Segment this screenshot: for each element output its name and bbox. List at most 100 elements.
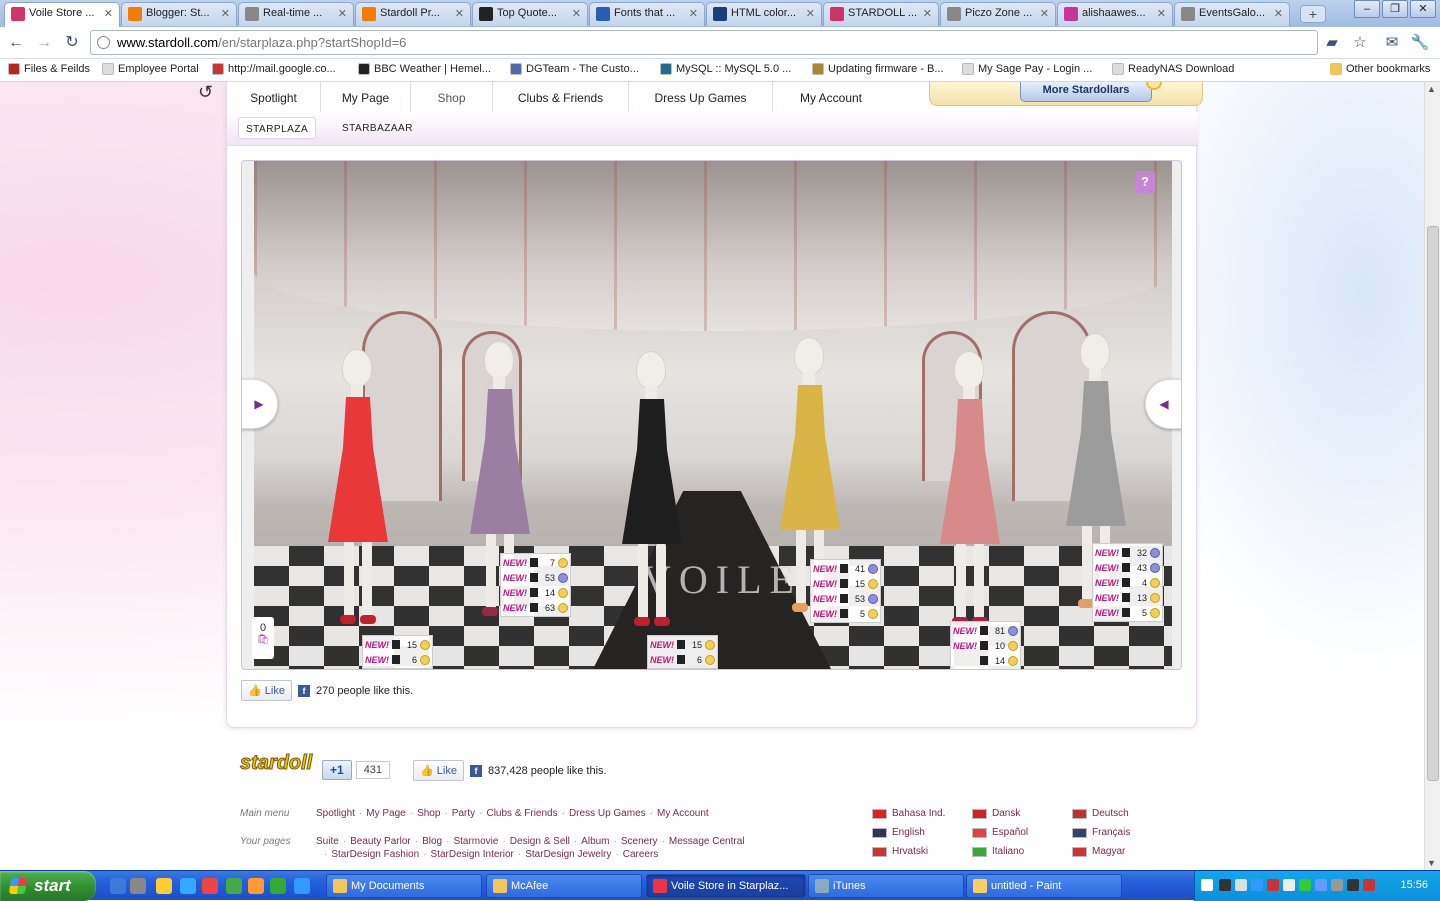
price-tag-row[interactable]: NEW! 32 [1095,545,1160,560]
price-tag-row[interactable]: NEW! 15 [365,637,430,652]
bookmark-item[interactable]: ReadyNAS Download [1112,63,1234,75]
browser-tab[interactable]: Fonts that ... ✕ [589,2,705,26]
store-like-button[interactable]: 👍 Like [241,680,292,701]
tray-icon[interactable] [1331,879,1343,891]
price-tag-row[interactable]: NEW! 43 [1095,560,1160,575]
taskbar-button[interactable]: My Documents [326,874,482,898]
taskbar-button[interactable]: Voile Store in Starplaz... [646,874,806,898]
close-window-button[interactable]: ✕ [1410,0,1436,18]
shopping-bag-counter[interactable]: 0 🛍 [252,617,274,659]
mannequin[interactable] [322,349,392,649]
wrench-icon[interactable]: 🔧 [1410,33,1430,53]
bookmark-item[interactable]: http://mail.google.co... [212,63,336,75]
language-link[interactable]: Dansk [972,808,1020,819]
price-tag-row[interactable]: NEW! 7 [503,555,568,570]
dress[interactable] [470,389,530,534]
price-tag-row[interactable]: NEW! 10 [953,638,1018,653]
reload-icon[interactable]: ↻ [62,33,82,53]
dress[interactable] [328,397,388,542]
language-link[interactable]: Español [972,827,1028,838]
browser-tab[interactable]: HTML color... ✕ [706,2,822,26]
forward-arrow-icon[interactable]: → [34,33,54,53]
footer-link[interactable]: Spotlight [316,808,355,819]
footer-link[interactable]: Message Central [669,836,745,847]
footer-link[interactable]: Beauty Parlor [350,836,411,847]
price-tag-row[interactable]: NEW! 6 [365,652,430,667]
quick-launch-icon[interactable] [180,878,196,894]
dress[interactable] [1066,381,1126,526]
footer-link[interactable]: StarDesign Fashion [331,849,419,860]
page-action-icon[interactable]: ▰ [1322,33,1342,53]
scroll-up-icon[interactable]: ▲ [1427,84,1436,94]
page-scrollbar[interactable]: ▲ ▼ [1424,82,1440,870]
quick-launch-icon[interactable] [270,878,286,894]
bookmark-item[interactable]: Files & Feilds [8,63,90,75]
browser-tab[interactable]: Top Quote... ✕ [472,2,588,26]
footer-link[interactable]: Blog [422,836,442,847]
tray-icon[interactable] [1251,879,1263,891]
bookmark-item[interactable]: Updating firmware - B... [812,63,944,75]
price-tag-row[interactable]: NEW! 15 [813,576,878,591]
stardoll-logo[interactable]: stardoll [239,752,312,775]
help-icon[interactable]: ? [1135,171,1155,193]
quick-launch-icon[interactable] [156,878,172,894]
footer-link[interactable]: StarDesign Jewelry [525,849,611,860]
tray-icon[interactable] [1283,879,1295,891]
browser-tab[interactable]: alishaawes... ✕ [1057,2,1173,26]
language-link[interactable]: Magyar [1072,846,1125,857]
footer-link[interactable]: My Page [366,808,405,819]
bookmark-item[interactable]: Employee Portal [102,63,199,75]
language-link[interactable]: Italiano [972,846,1024,857]
language-link[interactable]: Français [1072,827,1130,838]
tab-close-icon[interactable]: ✕ [338,7,347,20]
quick-launch-icon[interactable] [294,878,310,894]
browser-tab[interactable]: Stardoll Pr... ✕ [355,2,471,26]
tray-icon[interactable] [1201,879,1213,891]
footer-link[interactable]: Design & Sell [510,836,570,847]
bookmark-item[interactable]: My Sage Pay - Login ... [962,63,1092,75]
mail-checker-icon[interactable]: ✉ [1382,33,1402,53]
tray-icon[interactable] [1315,879,1327,891]
language-link[interactable]: Bahasa Ind. [872,808,945,819]
other-bookmarks[interactable]: Other bookmarks [1330,63,1430,75]
footer-link[interactable]: Party [452,808,475,819]
mannequin[interactable] [616,351,686,651]
tray-icon[interactable] [1363,879,1375,891]
price-tag-row[interactable]: NEW! 13 [1095,590,1160,605]
browser-tab[interactable]: Blogger: St... ✕ [121,2,237,26]
bookmark-item[interactable]: BBC Weather | Hemel... [358,63,491,75]
footer-link[interactable]: Starmovie [453,836,498,847]
browser-tab[interactable]: STARDOLL ... ✕ [823,2,939,26]
tab-close-icon[interactable]: ✕ [104,7,113,20]
footer-link[interactable]: Album [581,836,609,847]
nav-spotlight[interactable]: Spotlight [227,82,321,112]
price-tag-row[interactable]: 14 [953,653,1018,668]
bookmark-star-icon[interactable]: ☆ [1350,33,1370,53]
scroll-down-icon[interactable]: ▼ [1427,858,1436,868]
restore-button[interactable]: ❐ [1382,0,1408,18]
price-tag-row[interactable]: NEW! 4 [1095,575,1160,590]
price-tag-row[interactable]: NEW! 41 [813,561,878,576]
footer-link[interactable]: StarDesign Interior [431,849,514,860]
bookmark-item[interactable]: DGTeam - The Custo... [510,63,639,75]
start-button[interactable]: start [0,871,96,901]
taskbar-button[interactable]: untitled - Paint [966,874,1122,898]
dress[interactable] [940,399,1000,544]
taskbar-button[interactable]: McAfee [486,874,642,898]
bookmark-item[interactable]: MySQL :: MySQL 5.0 ... [660,63,791,75]
language-link[interactable]: Hrvatski [872,846,928,857]
subnav-starplaza[interactable]: STARPLAZA [238,117,317,139]
price-tag-row[interactable]: NEW! 81 [953,623,1018,638]
mannequin[interactable] [934,351,1004,651]
footer-link[interactable]: Suite [316,836,339,847]
tray-icon[interactable] [1347,879,1359,891]
address-bar[interactable]: www.stardoll.com/en/starplaza.php?startS… [90,30,1318,55]
tray-icon[interactable] [1267,879,1279,891]
tab-close-icon[interactable]: ✕ [806,7,815,20]
footer-link[interactable]: Careers [623,849,659,860]
browser-tab[interactable]: Real-time ... ✕ [238,2,354,26]
tab-close-icon[interactable]: ✕ [1274,7,1283,20]
minimize-button[interactable]: – [1354,0,1380,18]
footer-link[interactable]: My Account [657,808,709,819]
quick-launch-icon[interactable] [248,878,264,894]
